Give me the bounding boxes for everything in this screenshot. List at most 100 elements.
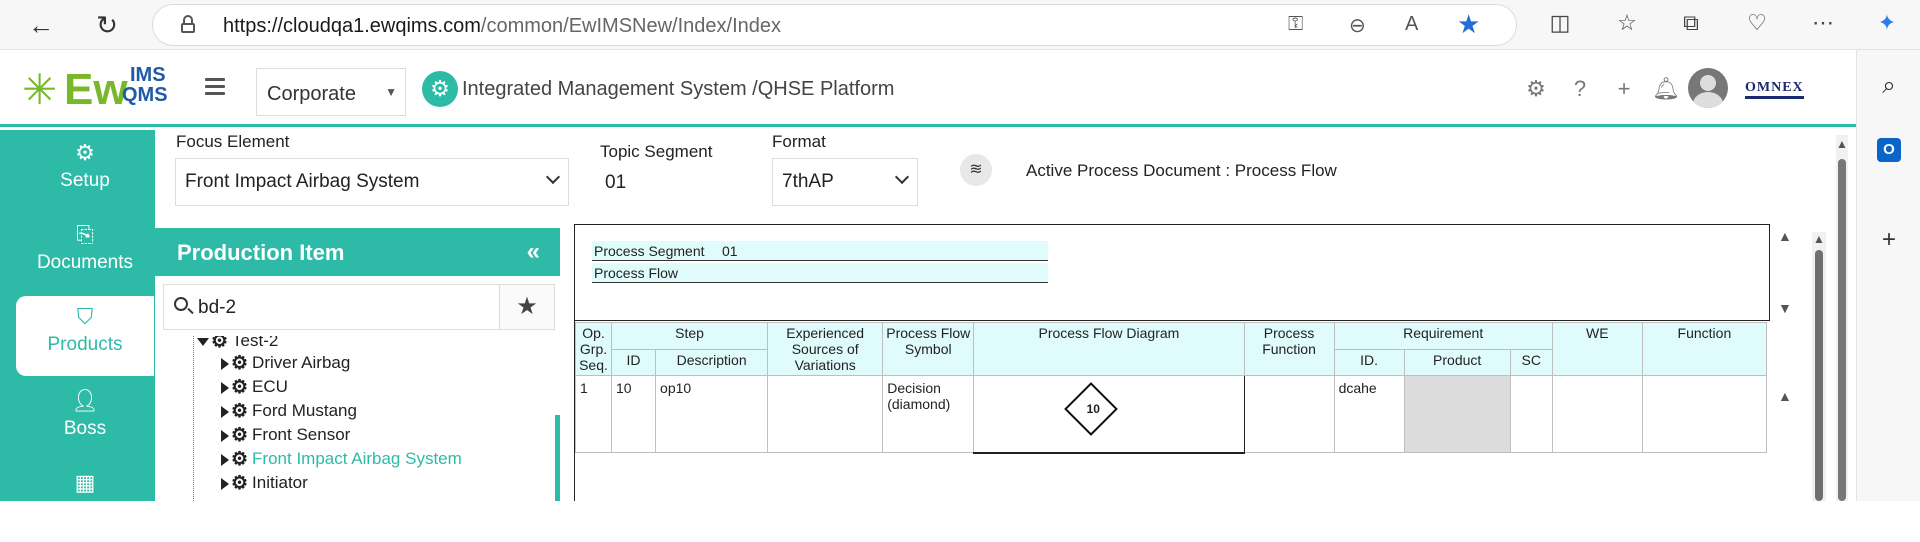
favorite-star-icon[interactable]: ★ bbox=[1457, 9, 1480, 40]
scroll-up-icon[interactable]: ▲ bbox=[1836, 137, 1848, 151]
organization-select[interactable]: Corporate ▼ bbox=[256, 68, 406, 116]
logo-burst-icon: ✳ bbox=[22, 66, 58, 113]
col-process-function: Process Function bbox=[1243, 322, 1335, 376]
more-icon[interactable]: ⋯ bbox=[1808, 10, 1838, 36]
tree-node[interactable]: ⚙ Initiator bbox=[221, 472, 308, 495]
scroll-up-icon[interactable]: ▲ bbox=[1778, 228, 1792, 244]
cell-process-flow-symbol[interactable]: Decision (diamond) bbox=[882, 375, 975, 453]
chevron-down-icon bbox=[545, 169, 561, 185]
col-process-flow-symbol: Process Flow Symbol bbox=[882, 322, 975, 376]
nav-item-documents[interactable]: ⎘ Documents bbox=[16, 214, 154, 294]
gears-icon: ⚙ bbox=[231, 449, 249, 470]
nav-item-building[interactable]: ▦ bbox=[16, 462, 154, 542]
layers-icon[interactable]: ≋ bbox=[960, 154, 992, 186]
production-item-panel: Production Item « bd-2 ★ ⚙ Test-2 ⚙ Driver… bbox=[155, 228, 560, 501]
favorite-button[interactable]: ★ bbox=[499, 284, 555, 330]
cell-function[interactable] bbox=[1641, 375, 1768, 453]
tree-node-selected[interactable]: ⚙ Front Impact Airbag System bbox=[221, 448, 462, 471]
page-scrollbar[interactable]: ▲ bbox=[1836, 135, 1848, 501]
lock-icon bbox=[181, 15, 195, 33]
col-sc: SC bbox=[1509, 348, 1553, 376]
tree-node[interactable]: ⚙ Ford Mustang bbox=[221, 400, 357, 423]
nav-item-setup[interactable]: ⚙ Setup bbox=[16, 132, 154, 212]
gears-icon: ⚙ bbox=[231, 377, 249, 398]
gears-icon: ⚙ bbox=[75, 140, 95, 165]
col-product: Product bbox=[1403, 348, 1511, 376]
add-icon[interactable]: + bbox=[1610, 76, 1638, 102]
collapse-icon[interactable]: « bbox=[527, 238, 540, 266]
health-icon[interactable]: ♡ bbox=[1742, 10, 1772, 36]
nav-item-boss[interactable]: 👤︎ Boss bbox=[16, 380, 154, 460]
nav-item-products[interactable]: ⛉ Products bbox=[16, 296, 154, 376]
copilot-icon[interactable]: ✦ bbox=[1872, 10, 1902, 36]
gears-icon: ⚙ bbox=[231, 473, 249, 494]
focus-element-select[interactable]: Front Impact Airbag System bbox=[175, 158, 569, 206]
segment-box: Process Segment 01 Process Flow bbox=[575, 225, 1770, 321]
production-item-title: Production Item « bbox=[155, 228, 560, 276]
cell-step-id[interactable]: 10 bbox=[611, 375, 657, 453]
notification-bell-icon[interactable]: 🔔︎ bbox=[1652, 76, 1680, 102]
cell-step-description[interactable]: op10 bbox=[655, 375, 769, 453]
cell-process-function[interactable] bbox=[1243, 375, 1335, 453]
gears-icon: ⚙ bbox=[231, 401, 249, 422]
process-flow-row: Process Flow bbox=[592, 263, 1048, 283]
settings-icon[interactable]: ⚙ bbox=[1522, 76, 1550, 102]
col-step-id: ID bbox=[611, 348, 657, 376]
search-icon bbox=[174, 297, 188, 311]
topic-segment-value[interactable]: 01 bbox=[605, 172, 626, 194]
omnex-logo: OMNEX bbox=[1745, 80, 1804, 99]
split-screen-icon[interactable]: ◫ bbox=[1545, 10, 1575, 36]
key-icon[interactable]: ⚿ bbox=[1288, 13, 1303, 36]
col-op-grp-seq: Op. Grp. Seq. bbox=[574, 322, 613, 376]
tree-node[interactable]: ⚙ Test-2 bbox=[197, 336, 278, 353]
boss-icon: 👤︎ bbox=[71, 388, 99, 413]
cell-op[interactable]: 1 bbox=[574, 375, 613, 453]
tree-scrollbar[interactable] bbox=[555, 415, 560, 501]
search-icon[interactable]: ⌕ bbox=[1873, 72, 1905, 100]
browser-sidebar: ⌕ O + bbox=[1856, 50, 1920, 501]
collections-icon[interactable]: ⧉ bbox=[1676, 10, 1706, 36]
building-icon: ▦ bbox=[74, 470, 96, 495]
scroll-up-icon[interactable]: ▲ bbox=[1778, 388, 1792, 404]
address-bar[interactable]: https://cloudqa1.ewqims.com/common/EwIMS… bbox=[152, 4, 1517, 46]
cell-product[interactable] bbox=[1403, 375, 1511, 453]
favorites-icon[interactable]: ☆ bbox=[1612, 10, 1642, 36]
platform-gear-icon: ⚙ bbox=[422, 71, 458, 107]
col-process-flow-diagram: Process Flow Diagram bbox=[973, 322, 1245, 376]
user-avatar[interactable] bbox=[1688, 68, 1728, 108]
scroll-thumb[interactable] bbox=[1838, 159, 1846, 501]
col-we: WE bbox=[1551, 322, 1643, 376]
scroll-down-icon[interactable]: ▼ bbox=[1778, 300, 1792, 316]
production-search-input[interactable]: bd-2 bbox=[163, 284, 499, 330]
chevron-down-icon bbox=[894, 169, 910, 185]
tree-node[interactable]: ⚙ ECU bbox=[221, 376, 288, 399]
add-icon[interactable]: + bbox=[1873, 226, 1905, 254]
col-experienced-sources: Experienced Sources of Variations bbox=[767, 322, 884, 376]
document-scrollbar[interactable]: ▲ bbox=[1812, 232, 1826, 501]
outlook-icon[interactable]: O bbox=[1877, 138, 1901, 162]
refresh-icon[interactable]: ↻ bbox=[90, 8, 124, 42]
cell-we[interactable] bbox=[1551, 375, 1643, 453]
back-icon[interactable]: ← bbox=[24, 8, 58, 42]
tree-node[interactable]: ⚙ Driver Airbag bbox=[221, 352, 350, 375]
format-select[interactable]: 7thAP bbox=[772, 158, 918, 206]
products-icon: ⛉ bbox=[76, 304, 94, 329]
col-function: Function bbox=[1641, 322, 1768, 376]
tree-node[interactable]: ⚙ Front Sensor bbox=[221, 424, 350, 447]
help-icon[interactable]: ? bbox=[1566, 76, 1594, 102]
zoom-out-icon[interactable]: ⊖ bbox=[1349, 13, 1366, 38]
read-aloud-icon[interactable]: A bbox=[1405, 13, 1418, 36]
platform-title: Integrated Management System /QHSE Platf… bbox=[462, 78, 895, 100]
scroll-up-icon[interactable]: ▲ bbox=[1813, 232, 1825, 246]
cell-process-flow-diagram[interactable]: 10 bbox=[973, 375, 1245, 454]
format-label: Format bbox=[772, 132, 826, 151]
cell-experienced-sources[interactable] bbox=[767, 375, 884, 453]
ewqims-logo[interactable]: ✳ Ew IMS QMS bbox=[22, 64, 182, 114]
menu-icon[interactable] bbox=[205, 78, 225, 99]
cell-req-id[interactable]: dcahe bbox=[1333, 375, 1405, 453]
cell-sc[interactable] bbox=[1509, 375, 1553, 453]
process-flow-table: Op. Grp. Seq. Step Experienced Sources o… bbox=[574, 322, 1768, 454]
topic-segment-label: Topic Segment bbox=[600, 142, 713, 161]
table-row[interactable]: 1 10 op10 Decision (diamond) 10 dcahe bbox=[574, 375, 1768, 454]
scroll-thumb[interactable] bbox=[1815, 250, 1823, 501]
